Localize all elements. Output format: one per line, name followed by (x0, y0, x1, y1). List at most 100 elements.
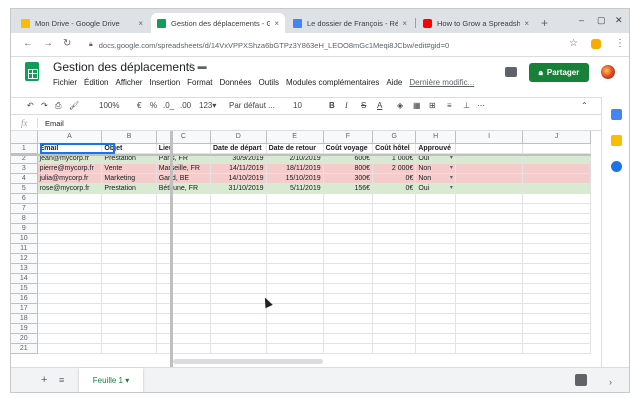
cell[interactable] (156, 203, 212, 214)
cell[interactable] (210, 343, 267, 354)
cell[interactable] (156, 263, 212, 274)
cell[interactable] (156, 273, 212, 284)
menu-insertion[interactable]: Insertion (149, 78, 180, 87)
cell[interactable] (522, 213, 591, 224)
cell[interactable] (522, 273, 591, 284)
cell[interactable] (522, 303, 591, 314)
cell[interactable] (37, 253, 103, 264)
menu-edition[interactable]: Édition (84, 78, 108, 87)
cell[interactable]: Objet (101, 143, 157, 154)
close-icon[interactable]: × (402, 19, 407, 28)
cell[interactable] (37, 213, 103, 224)
cell[interactable] (415, 263, 456, 274)
cell[interactable] (372, 263, 417, 274)
cell[interactable]: 14/11/2019 (210, 163, 267, 174)
cell[interactable]: 300€ (323, 173, 374, 184)
column-header[interactable]: H (415, 131, 456, 144)
cell[interactable] (415, 253, 456, 264)
approval-dropdown[interactable]: Non (415, 163, 456, 174)
cell[interactable] (210, 263, 267, 274)
select-all-corner[interactable] (11, 131, 38, 144)
cell[interactable] (37, 323, 103, 334)
tab-drive[interactable]: Mon Drive - Google Drive × (15, 13, 149, 33)
cell[interactable] (323, 223, 374, 234)
cell[interactable] (156, 193, 212, 204)
close-icon[interactable]: × (524, 19, 529, 28)
row-header[interactable]: 17 (11, 303, 38, 314)
cell[interactable] (372, 253, 417, 264)
cell[interactable] (210, 333, 267, 344)
cell[interactable]: julia@mycorp.fr (37, 173, 103, 184)
forward-icon[interactable]: → (43, 38, 53, 49)
more-tools-icon[interactable]: ⋯ (477, 101, 485, 110)
back-icon[interactable]: ← (23, 38, 33, 49)
cell[interactable] (522, 173, 591, 184)
cell[interactable] (455, 273, 524, 284)
cell-table[interactable]: A B C D E F G H I J 1 Email Objet Lieu Date de départ D… (11, 131, 591, 354)
cell[interactable] (156, 253, 212, 264)
cell[interactable] (455, 173, 524, 184)
menu-aide[interactable]: Aide (386, 78, 402, 87)
zoom-select[interactable]: 100% (99, 101, 119, 110)
cell[interactable] (210, 323, 267, 334)
cell[interactable] (323, 273, 374, 284)
currency-format-button[interactable]: € (137, 101, 141, 110)
menu-donnees[interactable]: Données (220, 78, 252, 87)
share-button[interactable]: 🔒︎ Partager (529, 63, 589, 82)
merge-cells-icon[interactable]: ⊞ (429, 101, 436, 110)
cell[interactable] (101, 303, 157, 314)
decrease-decimal-button[interactable]: .0_ (163, 101, 174, 110)
column-header[interactable]: I (455, 131, 524, 144)
cell[interactable] (372, 243, 417, 254)
cell[interactable]: Prestation (101, 183, 157, 194)
cell[interactable] (415, 193, 456, 204)
paint-format-icon[interactable]: 🖌︎ (69, 101, 79, 110)
cell[interactable] (323, 233, 374, 244)
row-header[interactable]: 4 (11, 173, 38, 184)
collapse-toolbar-icon[interactable]: ⌃ (581, 101, 588, 110)
cell[interactable] (522, 313, 591, 324)
sheets-logo-icon[interactable] (25, 62, 39, 81)
cell[interactable] (455, 303, 524, 314)
cell[interactable] (101, 323, 157, 334)
cell[interactable] (266, 343, 324, 354)
cell[interactable]: 31/10/2019 (210, 183, 267, 194)
cell[interactable] (323, 293, 374, 304)
cell[interactable] (101, 233, 157, 244)
cell[interactable] (455, 293, 524, 304)
row-header[interactable]: 21 (11, 343, 38, 354)
cell[interactable] (522, 343, 591, 354)
cell[interactable]: Marseille, FR (156, 163, 212, 174)
cell[interactable] (323, 203, 374, 214)
reload-icon[interactable]: ↻ (63, 38, 71, 49)
borders-icon[interactable]: ▦ (413, 101, 421, 110)
cell[interactable] (37, 293, 103, 304)
cell[interactable] (323, 193, 374, 204)
cell[interactable] (101, 203, 157, 214)
cell[interactable]: Approuvé (415, 143, 456, 154)
cell[interactable]: Email (37, 143, 103, 154)
cell[interactable] (266, 253, 324, 264)
cell[interactable]: Marketing (101, 173, 157, 184)
row-header[interactable]: 14 (11, 273, 38, 284)
cell[interactable] (266, 193, 324, 204)
menu-format[interactable]: Format (187, 78, 212, 87)
cell[interactable] (455, 323, 524, 334)
cell[interactable] (372, 233, 417, 244)
cell[interactable] (266, 283, 324, 294)
cell[interactable] (455, 263, 524, 274)
cell[interactable] (415, 273, 456, 284)
valign-icon[interactable]: ⊥ (463, 101, 470, 110)
cell[interactable] (372, 193, 417, 204)
cell[interactable] (156, 233, 212, 244)
cell[interactable] (37, 233, 103, 244)
cell[interactable] (266, 263, 324, 274)
row-header[interactable]: 15 (11, 283, 38, 294)
keep-icon[interactable] (611, 135, 622, 146)
cell[interactable] (101, 193, 157, 204)
cell[interactable] (323, 213, 374, 224)
italic-button[interactable]: I (345, 101, 348, 110)
cell[interactable]: 800€ (323, 163, 374, 174)
cell[interactable]: 156€ (323, 183, 374, 194)
cell[interactable] (455, 233, 524, 244)
